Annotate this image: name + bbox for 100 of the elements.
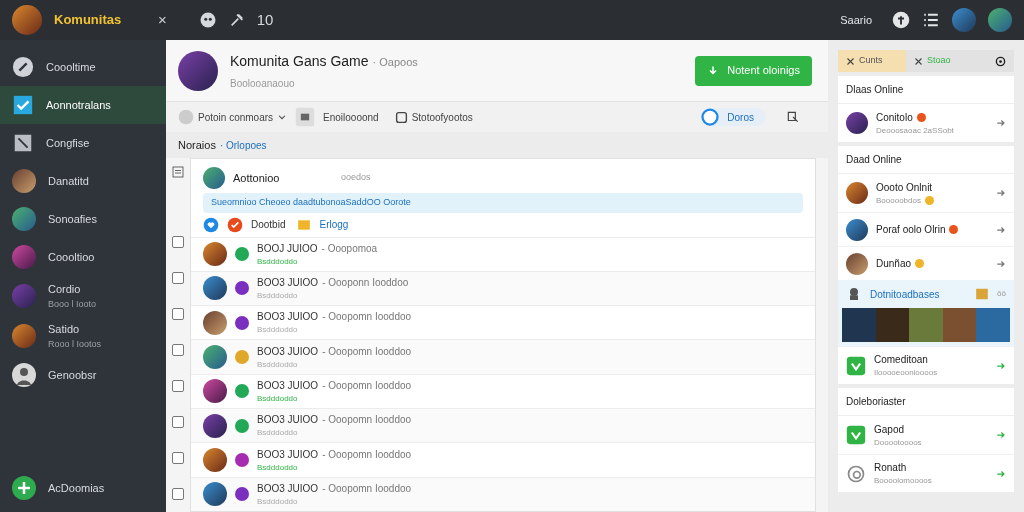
contact-status: Boooolomoooos — [874, 475, 932, 487]
row-status: Bsdddoddo — [257, 255, 299, 268]
avatar — [203, 276, 227, 301]
gamepad-icon — [198, 11, 217, 29]
toolbar-option[interactable]: Enoiloooond — [295, 107, 379, 127]
post-meta: ooedos — [341, 171, 371, 185]
filter-pill[interactable]: Doros — [701, 108, 766, 126]
arrow-icon — [996, 360, 1006, 371]
ring-icon — [846, 463, 866, 484]
sidebar-item[interactable]: Genoobsr — [0, 356, 166, 394]
contact-item[interactable]: Ronath Boooolomoooos — [838, 454, 1014, 492]
row-detail: - Ooopomn Iooddoo — [322, 447, 412, 462]
feed-row[interactable]: BOO3 JUIOO - Ooopomn Iooddoo Bsdddoddo — [191, 339, 815, 374]
filter-dropdown[interactable]: Potoin conmoars — [178, 109, 288, 125]
avatar — [203, 345, 227, 370]
list-icon — [172, 166, 184, 178]
sidebar-sublabel: Booo l Iooto — [48, 297, 97, 311]
contact-item[interactable]: Comeditoan Ilooooeoonioooos — [838, 346, 1014, 384]
settings-icon — [995, 55, 1006, 67]
app-name: Komunitas — [54, 11, 123, 30]
row-checkbox[interactable] — [172, 272, 184, 285]
folder-icon — [975, 287, 990, 301]
contact-name: Conitolo — [876, 110, 913, 125]
avatar — [988, 8, 1012, 32]
row-checkbox[interactable] — [172, 416, 184, 429]
arrow-icon — [996, 118, 1006, 128]
chevron-down-icon — [277, 112, 288, 122]
avatar — [178, 50, 218, 91]
highlighted-message: Sueomnioo Cheoeo daadtubonoaSaddOO Oorote — [203, 193, 803, 213]
sidebar-label: Cordio — [48, 282, 82, 297]
avatar — [12, 245, 36, 269]
section-link[interactable]: · Orlopoes — [219, 137, 267, 153]
row-checkbox[interactable] — [172, 380, 184, 393]
contact-item[interactable]: Poraf oolo Olrin — [838, 212, 1014, 246]
row-title: BOO3 JUIOO — [257, 447, 319, 462]
toolbar-option[interactable]: Stotoofyootos — [394, 109, 473, 125]
row-checkbox[interactable] — [172, 236, 184, 249]
sidebar-item[interactable]: Coooltime — [0, 48, 166, 86]
close-icon — [914, 56, 923, 66]
row-checkbox[interactable] — [172, 452, 184, 464]
contact-status: Booooobdos — [876, 194, 921, 207]
avatar — [12, 207, 36, 231]
sidebar-item[interactable]: Sonoafies — [0, 200, 166, 238]
sidebar-label: Coooltioo — [48, 249, 95, 265]
avatar — [12, 284, 36, 308]
user-label: Saario — [840, 12, 872, 28]
panel-tab[interactable]: Cunts — [838, 50, 906, 72]
row-detail: - Ooopomn Iooddoo — [322, 310, 412, 325]
avatar — [12, 5, 42, 35]
feed-row[interactable]: BOO3 JUIOO - Ooopomn Iooddoo Bsdddoddo — [191, 408, 815, 443]
sidebar-item[interactable]: Cordio Booo l Iooto — [0, 276, 166, 316]
photo-placeholder — [875, 308, 910, 342]
row-detail: - Ooopomn Iooddoo — [322, 344, 412, 359]
tool-icon — [228, 12, 245, 28]
row-detail: - Ooopomn Iooddoo — [322, 378, 412, 393]
arrow-icon — [996, 188, 1006, 198]
avatar — [203, 310, 227, 335]
gallery-item[interactable]: Dotnitoadbases ōō — [838, 280, 1014, 346]
app-icon — [846, 355, 866, 376]
sidebar-item[interactable]: Coooltioo — [0, 238, 166, 276]
feed-row[interactable]: BOO3 JUIOO - Ooopomn Iooddoo Bsdddoddo — [191, 476, 815, 511]
folder-icon — [297, 217, 312, 232]
row-checkbox[interactable] — [172, 487, 184, 500]
contact-name: Ronath — [874, 461, 907, 475]
row-checkbox[interactable] — [172, 308, 184, 321]
row-status: Bsdddoddo — [257, 392, 299, 405]
feed-row[interactable]: BOO3 JUIOO - Oooponn Iooddoo Bsdddoddo — [191, 270, 815, 306]
photo-placeholder — [976, 308, 1010, 342]
reply-link[interactable]: Dootbid — [251, 217, 286, 232]
photo-placeholder — [842, 308, 876, 342]
add-button[interactable]: AcDoomias — [0, 476, 166, 512]
row-detail: - Oooponn Iooddoo — [322, 275, 409, 290]
row-title: BOO3 JUIOO — [257, 378, 319, 393]
close-button[interactable]: × — [158, 8, 167, 32]
tag-link[interactable]: Erlogg — [319, 217, 349, 232]
app-icon — [846, 425, 866, 445]
share-icon — [786, 110, 800, 124]
page-tag: · Oapoos — [372, 53, 418, 70]
sidebar-item[interactable]: Danatitd — [0, 162, 166, 200]
contact-name: Comeditoan — [874, 353, 928, 367]
contact-item[interactable]: Conitolo Deooosaoac 2aSSobt — [838, 104, 1014, 142]
arrow-icon — [996, 224, 1006, 235]
row-detail: - Ooopomn Iooddoo — [322, 413, 412, 428]
contact-item[interactable]: Oooto Onlnit Booooobdos — [838, 174, 1014, 212]
row-status: Bsdddoddo — [257, 461, 299, 474]
sidebar-label: Danatitd — [48, 173, 89, 189]
photo-placeholder — [909, 308, 943, 342]
document-icon — [12, 132, 34, 154]
sidebar-item[interactable]: Aonnotralans — [0, 86, 166, 124]
avatar — [203, 379, 227, 404]
contact-item[interactable]: Gapod Dooootoooos — [838, 416, 1014, 454]
arrow-icon — [996, 258, 1006, 269]
row-checkbox[interactable] — [172, 344, 184, 357]
contact-name: Dunñao — [876, 257, 912, 271]
avatar — [12, 324, 36, 348]
sidebar-item[interactable]: Congfise — [0, 124, 166, 162]
sidebar-label: Coooltime — [46, 59, 96, 75]
checkbox-icon — [12, 94, 34, 116]
contact-status: Deooosaoac 2aSSobt — [876, 124, 954, 137]
card-title: Daad Online — [838, 146, 1014, 174]
